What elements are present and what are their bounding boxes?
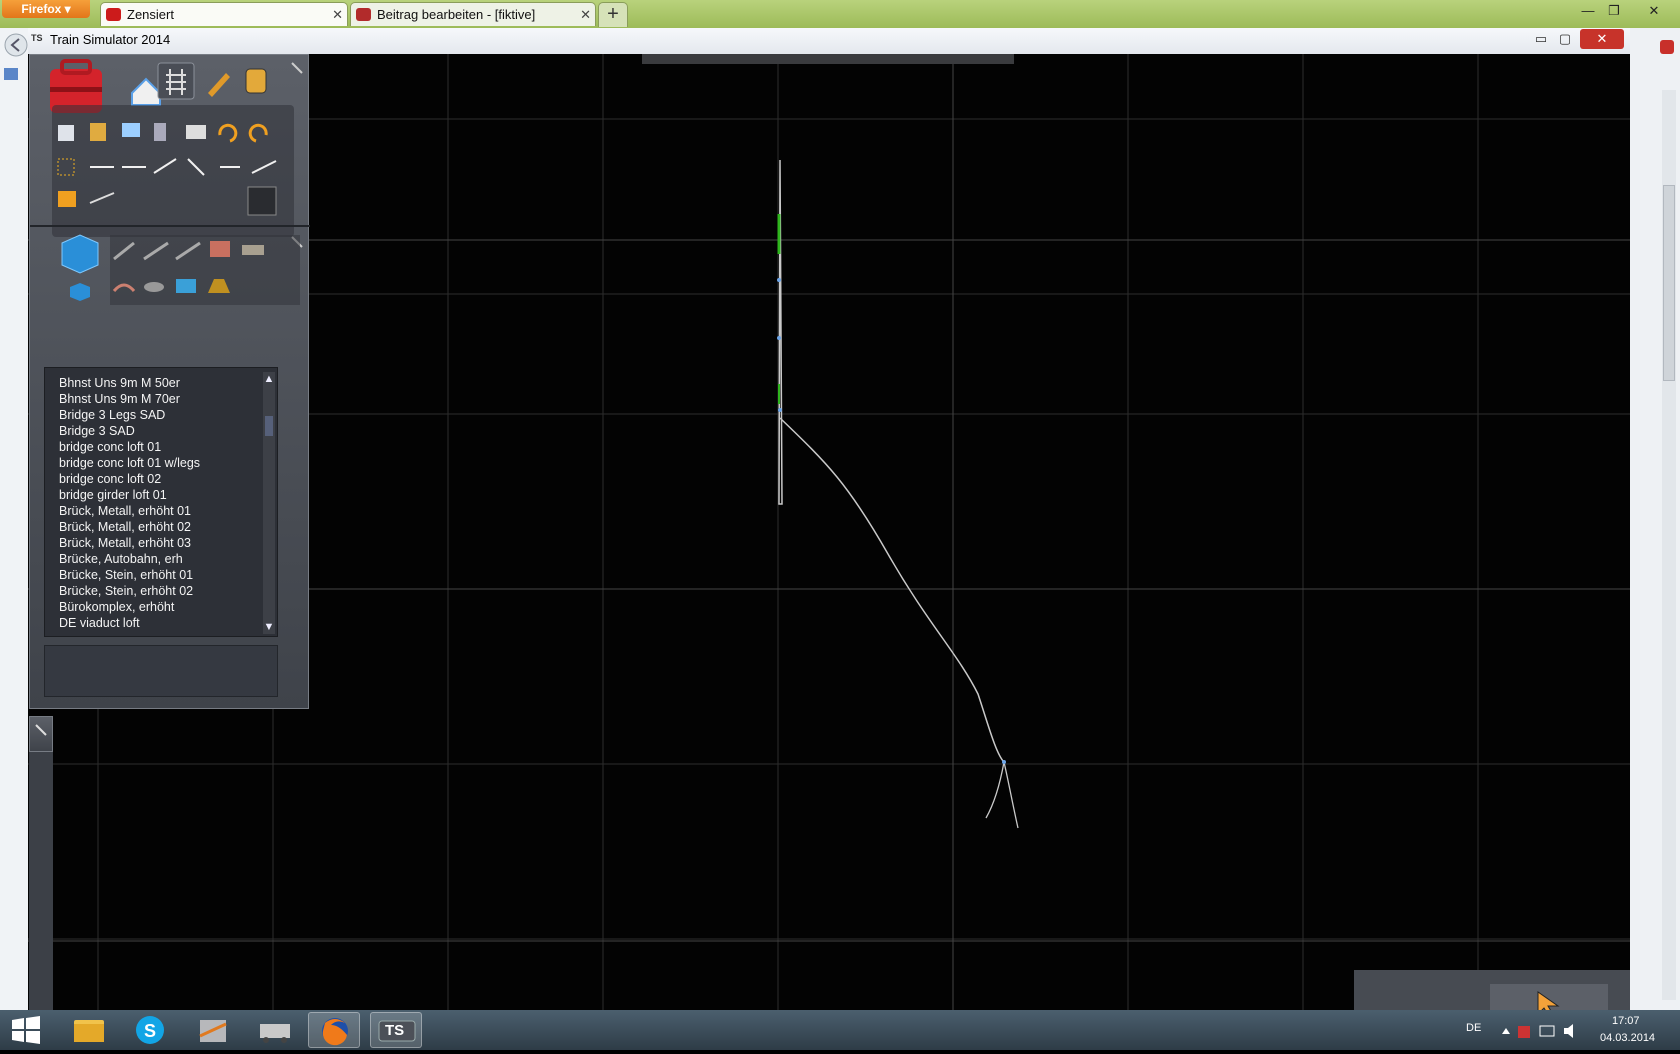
scroll-thumb[interactable]: [265, 416, 273, 436]
forum-favicon-icon: [356, 8, 371, 21]
ts-app-icon: TS: [31, 33, 43, 43]
skype-icon: S: [136, 1016, 164, 1044]
svg-text:S: S: [144, 1021, 156, 1041]
rail-track[interactable]: [777, 159, 1019, 829]
list-item[interactable]: Bridge 3 Legs SAD: [59, 408, 165, 422]
windows-taskbar: S TS DE 17:07 04.03.2014: [0, 1010, 1680, 1050]
list-item[interactable]: Brück, Metall, erhöht 01: [59, 504, 191, 518]
link-icon[interactable]: [58, 191, 76, 207]
new-tab-button[interactable]: +: [598, 2, 628, 27]
list-item[interactable]: Bürokomplex, erhöht: [59, 600, 174, 614]
water-category-icon[interactable]: [176, 279, 196, 293]
ts-close-button[interactable]: ✕: [1580, 29, 1624, 49]
show-hidden-icons-icon[interactable]: [1502, 1028, 1510, 1034]
list-item[interactable]: DE viaduct loft: [59, 616, 140, 630]
list-item[interactable]: Brück, Metall, erhöht 02: [59, 520, 191, 534]
asset-info-box: [44, 645, 278, 697]
folder-icon: [74, 1020, 104, 1042]
ts-maximize-icon[interactable]: ▢: [1554, 29, 1576, 49]
asset-list-scrollbar[interactable]: ▲ ▼: [263, 372, 275, 634]
tunnel-category-icon[interactable]: [144, 282, 164, 292]
firefox-menu-button[interactable]: Firefox ▾: [2, 0, 90, 18]
measure-icon[interactable]: [186, 125, 206, 139]
start-icon[interactable]: [0, 1010, 50, 1050]
platform-category-icon[interactable]: [242, 245, 264, 255]
wall-category-icon[interactable]: [210, 241, 230, 257]
asset-list[interactable]: Bhnst Uns 9m M 50er Bhnst Uns 9m M 70er …: [44, 367, 278, 637]
monitor-icon[interactable]: [122, 123, 140, 137]
minimize-icon[interactable]: —: [1576, 2, 1600, 20]
firefox-menu-label: Firefox: [21, 2, 62, 16]
close-window-icon[interactable]: ✕: [1642, 2, 1666, 20]
train-icon[interactable]: [245, 68, 267, 94]
window-title: Train Simulator 2014: [50, 32, 171, 47]
tab-zensiert[interactable]: Zensiert ✕: [100, 2, 348, 26]
railworks-tool-taskbar-button[interactable]: [186, 1012, 238, 1048]
list-item[interactable]: bridge conc loft 01 w/legs: [59, 456, 200, 470]
browser-left-edge: [0, 28, 28, 1010]
list-item[interactable]: bridge conc loft 01: [59, 440, 161, 454]
paste-icon[interactable]: [90, 123, 106, 141]
explorer-taskbar-button[interactable]: [62, 1012, 114, 1048]
close-tab-icon[interactable]: ✕: [580, 3, 591, 27]
scrollbar-thumb[interactable]: [1663, 185, 1675, 381]
asset-category-icons: [61, 234, 303, 305]
list-item[interactable]: bridge girder loft 01: [59, 488, 167, 502]
skype-taskbar-button[interactable]: S: [124, 1012, 176, 1048]
tab-beitrag-bearbeiten[interactable]: Beitrag bearbeiten - [fiktive] Emsland..…: [350, 2, 596, 46]
home-icon[interactable]: [131, 77, 161, 106]
panel-divider: [30, 225, 310, 227]
scroll-down-icon[interactable]: ▼: [263, 620, 275, 634]
back-arrow-icon[interactable]: [0, 28, 28, 108]
close-tab-icon[interactable]: ✕: [332, 3, 343, 27]
ts-label: TS: [385, 1022, 405, 1039]
language-indicator[interactable]: DE: [1466, 1022, 1481, 1034]
scroll-up-icon[interactable]: ▲: [263, 372, 275, 386]
list-item[interactable]: Brücke, Stein, erhöht 01: [59, 568, 193, 582]
list-item[interactable]: Brück, Metall, erhöht 03: [59, 536, 191, 550]
copy-icon[interactable]: [58, 125, 74, 141]
locomotive-tool-taskbar-button[interactable]: [248, 1012, 300, 1048]
camera-icon[interactable]: [247, 186, 277, 216]
game-hud-panel: [1354, 970, 1630, 1010]
youtube-icon: [106, 8, 121, 21]
action-center-flag-icon[interactable]: [1518, 1026, 1530, 1038]
clock-date[interactable]: 04.03.2014: [1600, 1032, 1655, 1044]
firefox-icon: [322, 1018, 348, 1046]
object-cube-icon[interactable]: [61, 234, 99, 274]
system-tray-icons: [1502, 1024, 1573, 1038]
list-item[interactable]: bridge conc loft 02: [59, 472, 161, 486]
volume-icon[interactable]: [1564, 1024, 1573, 1038]
toolbox-icons: [50, 59, 303, 237]
list-item[interactable]: Bhnst Uns 9m M 50er: [59, 376, 180, 390]
trash-icon[interactable]: [154, 123, 166, 141]
ts-minimize-icon[interactable]: ▭: [1530, 29, 1552, 49]
tab-title: Zensiert: [127, 7, 174, 22]
pin-icon[interactable]: [291, 62, 303, 74]
list-item[interactable]: Bhnst Uns 9m M 70er: [59, 392, 180, 406]
list-item[interactable]: Brücke, Stein, erhöht 02: [59, 584, 193, 598]
network-icon[interactable]: [1539, 1025, 1555, 1037]
paint-brush-icon[interactable]: [208, 73, 230, 97]
secondary-panel: [29, 752, 53, 1010]
locomotive-icon: [260, 1024, 290, 1043]
list-item[interactable]: Brücke, Autobahn, erh: [59, 552, 183, 566]
editor-tool-panel: ★ ★ ★ Bhnst Uns 9m M 50er Bhnst Uns 9m M…: [29, 54, 310, 709]
secondary-panel-tab[interactable]: [29, 716, 53, 752]
new-tab-label: +: [607, 3, 619, 25]
restore-icon[interactable]: ❐: [1602, 2, 1626, 20]
addon-icon[interactable]: [1630, 36, 1680, 76]
clock-time[interactable]: 17:07: [1612, 1015, 1640, 1027]
top-scroll-tab: [642, 54, 1014, 64]
train-simulator-taskbar-button[interactable]: TS: [370, 1012, 422, 1048]
small-cube-icon[interactable]: [70, 283, 90, 301]
firefox-taskbar-button[interactable]: [308, 1012, 360, 1048]
list-item[interactable]: Bridge 3 SAD: [59, 424, 135, 438]
pin-icon[interactable]: [30, 717, 54, 753]
rail-tool-icon: [199, 1020, 227, 1042]
ts-window-titlebar: TS Train Simulator 2014 ▭ ▢ ✕: [28, 28, 1630, 55]
firefox-tab-bar: Firefox ▾ Zensiert ✕ Beitrag bearbeiten …: [0, 0, 1680, 46]
